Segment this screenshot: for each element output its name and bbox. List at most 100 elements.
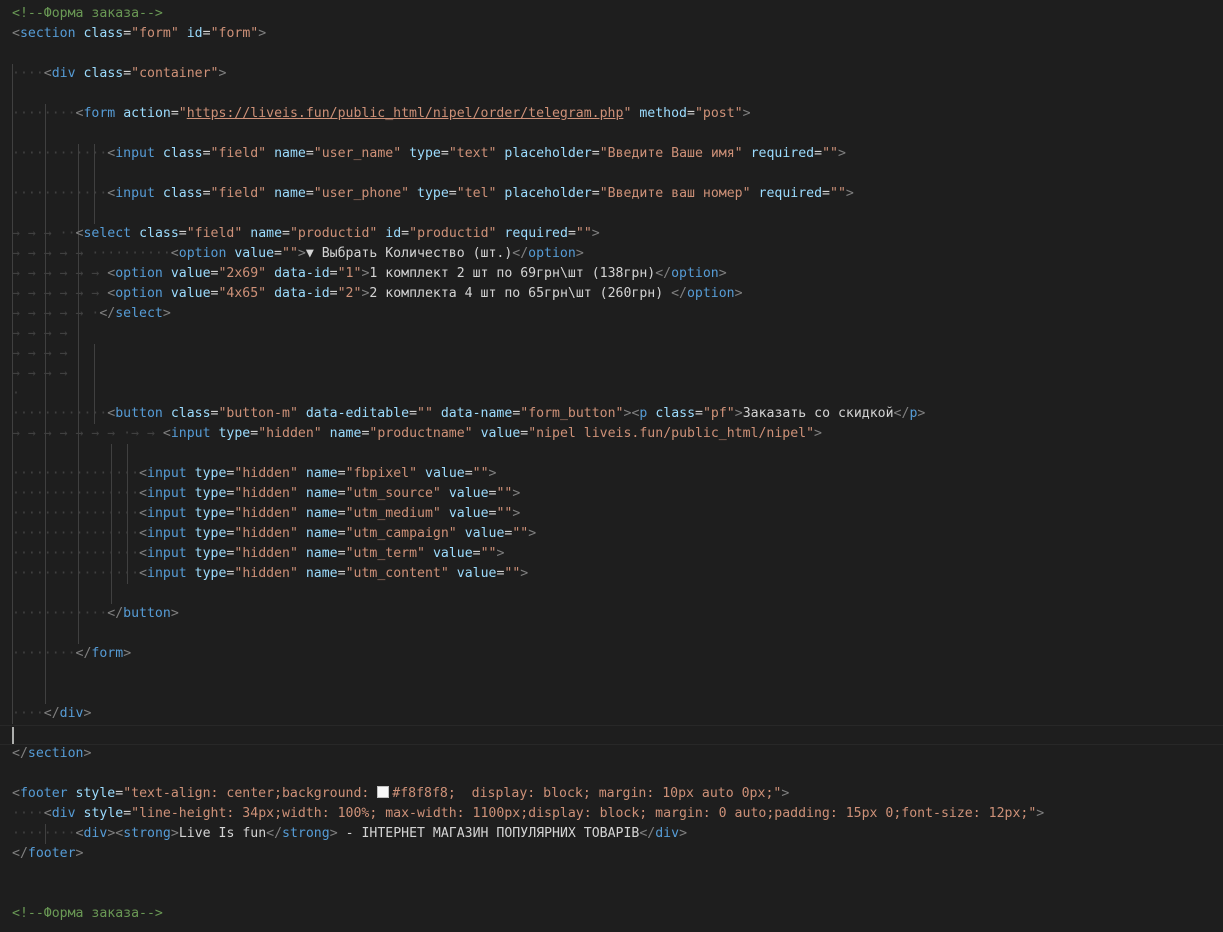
code-token: "" — [480, 546, 497, 561]
code-token: "user_name" — [313, 146, 402, 161]
code-token: value — [170, 266, 211, 281]
whitespace-markers: → → → → — [12, 366, 76, 381]
code-token: > — [83, 746, 92, 761]
code-token: = — [202, 186, 211, 201]
color-swatch[interactable] — [377, 786, 390, 798]
code-token: "user_phone" — [313, 186, 410, 201]
code-token: > — [258, 26, 267, 41]
code-token: option — [178, 246, 227, 261]
code-token: "hidden" — [234, 466, 298, 481]
code-token: = — [409, 406, 418, 421]
code-line[interactable]: → → → → → ··········<option value="">▼ В… — [12, 244, 584, 264]
code-line[interactable]: · — [12, 384, 20, 404]
whitespace-markers: ················ — [12, 546, 140, 561]
code-token: = — [115, 786, 124, 801]
code-token: "" — [830, 186, 846, 201]
code-token: type — [218, 426, 251, 441]
code-token: value — [456, 566, 497, 581]
code-token: </ — [893, 406, 910, 421]
code-line[interactable]: ················<input type = "hidden" nam… — [12, 544, 504, 564]
code-line[interactable]: ················<input type = "hidden" nam… — [12, 484, 520, 504]
code-token: name — [305, 466, 338, 481]
code-line[interactable]: <!--Форма заказа--> — [12, 4, 163, 24]
code-line[interactable]: ····<div class="container"> — [12, 64, 226, 84]
code-token: "utm_campaign" — [345, 526, 457, 541]
code-token: "hidden" — [258, 426, 322, 441]
whitespace-markers: → → → → — [12, 326, 76, 341]
code-line[interactable]: → → → → → ·</select> — [12, 304, 171, 324]
code-line[interactable]: → → → → → → <option value="4x65" data-id… — [12, 284, 743, 304]
code-token: input — [115, 186, 155, 201]
code-token: = — [337, 566, 346, 581]
code-token: "hidden" — [234, 506, 298, 521]
code-token: "productid" — [289, 226, 378, 241]
code-token: data-name — [440, 406, 513, 421]
code-line[interactable]: <section class="form" id="form"> — [12, 24, 266, 44]
code-token: </ — [266, 826, 283, 841]
code-token: 2 комплекта 4 шт по 65грн\шт (260грн) — [369, 286, 672, 301]
code-line[interactable]: <!--Форма заказа--> — [12, 904, 163, 924]
code-line[interactable]: → → → ··<select class="field" name="prod… — [12, 224, 600, 244]
code-line[interactable]: → → → → — [12, 344, 76, 364]
code-token: = — [337, 466, 346, 481]
code-token: "productid" — [409, 226, 497, 241]
code-token: > — [162, 306, 171, 321]
code-line[interactable]: ················<input type = "hidden" nam… — [12, 524, 536, 544]
code-token: name — [305, 506, 338, 521]
code-line[interactable]: ············<input class="field" name="u… — [12, 184, 854, 204]
code-token: = — [464, 466, 473, 481]
code-line[interactable]: ················<input type = "hidden" nam… — [12, 464, 497, 484]
code-token: - ІНТЕРНЕТ МАГАЗИН ПОПУЛЯРНИХ ТОВАРІВ — [337, 826, 640, 841]
code-line[interactable]: ····</div> — [12, 704, 91, 724]
code-line[interactable]: → → → → — [12, 364, 76, 384]
code-token: button — [123, 606, 171, 621]
code-token: </ — [639, 826, 656, 841]
whitespace-markers: ············ — [12, 186, 108, 201]
code-token: "form_button" — [520, 406, 624, 421]
code-line[interactable]: </footer> — [12, 844, 83, 864]
code-line[interactable]: → → → → — [12, 324, 76, 344]
code-line[interactable]: <footer style="text-align: center;backgr… — [12, 784, 789, 804]
code-line[interactable]: </section> — [12, 744, 91, 764]
code-line[interactable]: ················<input type = "hidden" nam… — [12, 504, 520, 524]
code-line[interactable]: → → → → → → <option value="2x69" data-id… — [12, 264, 727, 284]
code-line[interactable]: ············<button class="button-m" dat… — [12, 404, 925, 424]
code-line[interactable]: ········</form> — [12, 644, 131, 664]
code-token: < — [139, 486, 147, 501]
code-line[interactable]: ········<form action="https://liveis.fun… — [12, 104, 751, 124]
code-token: "hidden" — [234, 526, 298, 541]
code-token: > — [83, 706, 92, 721]
code-token: > — [488, 466, 497, 481]
code-line[interactable]: ············<input class="field" name="u… — [12, 144, 846, 164]
code-token: </ — [107, 606, 124, 621]
code-token: "post" — [694, 106, 743, 121]
code-token: placeholder — [504, 146, 592, 161]
code-line[interactable]: ············</button> — [12, 604, 179, 624]
code-line[interactable]: ········<div><strong>Live Is fun</strong… — [12, 824, 687, 844]
code-token: </ — [75, 646, 92, 661]
code-token: form — [91, 646, 124, 661]
code-token: "" — [504, 566, 521, 581]
code-token: strong — [282, 826, 330, 841]
code-token: > — [718, 266, 727, 281]
whitespace-markers: ············ — [12, 146, 108, 161]
code-line[interactable]: ················<input type = "hidden" nam… — [12, 564, 528, 584]
code-token: input — [147, 526, 187, 541]
code-line[interactable]: ····<div style="line-height: 34px;width:… — [12, 804, 1044, 824]
code-editor[interactable]: <!--Форма заказа--> <section class="form"… — [0, 0, 1223, 932]
code-token: > — [742, 106, 751, 121]
code-line[interactable]: → → → → → → → ·→ → <input type="hidden" … — [12, 424, 822, 444]
